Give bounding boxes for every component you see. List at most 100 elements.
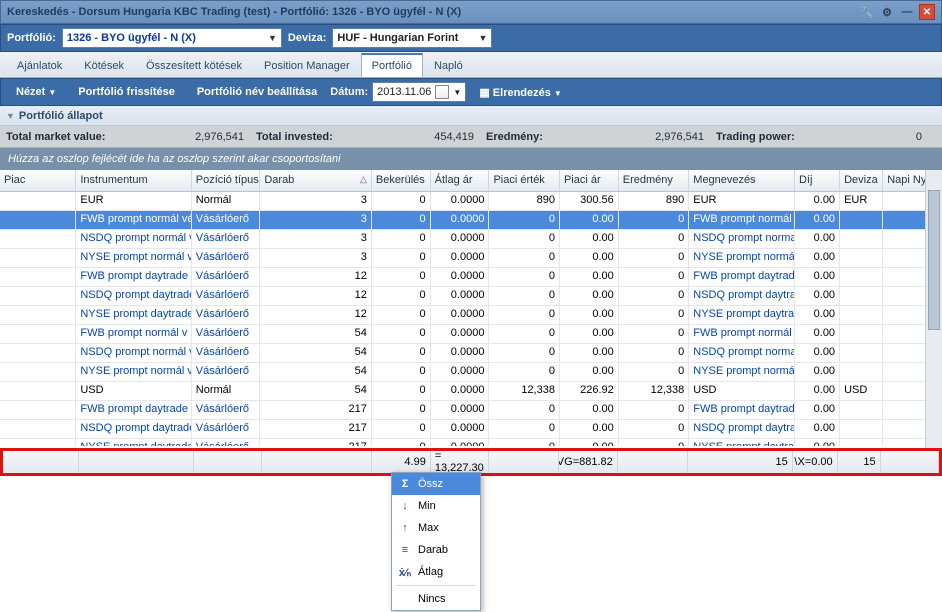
table-row[interactable]: FWB prompt normál véVásárlóerő300.000000… (0, 211, 942, 230)
column-header[interactable]: Bekerülés (372, 170, 431, 191)
table-row[interactable]: USDNormál5400.000012,338226.9212,338USD0… (0, 382, 942, 401)
cell: Normál (192, 192, 261, 210)
menu-item-darab[interactable]: ≡Darab (392, 539, 480, 561)
cell: 54 (260, 325, 372, 343)
cell: 0 (372, 306, 431, 324)
frissites-button[interactable]: Portfólió frissítése (69, 82, 184, 102)
cell: NSDQ prompt norma (689, 230, 795, 248)
table-row[interactable]: NSDQ prompt daytradeVásárlóerő1200.00000… (0, 287, 942, 306)
cell (0, 420, 76, 438)
footer-cell[interactable] (618, 451, 688, 473)
menu-item-nincs[interactable]: Nincs (392, 588, 480, 610)
calendar-icon[interactable] (435, 85, 449, 99)
table-row[interactable]: NYSE prompt normál vVásárlóerő5400.00000… (0, 363, 942, 382)
gear-icon[interactable]: ⚙ (879, 4, 895, 20)
footer-cell[interactable] (881, 451, 939, 473)
section-header[interactable]: ▼ Portfólió állapot (0, 106, 942, 126)
table-row[interactable]: NYSE prompt daytradeVásárlóerő1200.00000… (0, 306, 942, 325)
cell: NYSE prompt daytra (689, 439, 795, 446)
cell: 0 (489, 344, 560, 362)
column-header[interactable]: Eredmény (619, 170, 690, 191)
tab-portfólió[interactable]: Portfólió (361, 53, 423, 77)
column-header[interactable]: Piaci érték (489, 170, 560, 191)
table-row[interactable]: NSDQ prompt normál vVásárlóerő5400.00000… (0, 344, 942, 363)
column-header[interactable]: Deviza (840, 170, 883, 191)
portfolio-select[interactable]: 1326 - BYO ügyfél - N (X) ▼ (62, 28, 282, 48)
table-row[interactable]: NSDQ prompt daytradeVásárlóerő21700.0000… (0, 420, 942, 439)
footer-cell[interactable] (3, 451, 79, 473)
cell: NSDQ prompt normál v (76, 344, 191, 362)
table-row[interactable]: NSDQ prompt normál vVásárlóerő300.000000… (0, 230, 942, 249)
cell (840, 306, 883, 324)
cell: 0.0000 (431, 439, 490, 446)
cell: NYSE prompt daytrade (76, 439, 191, 446)
menu-item-össz[interactable]: ΣÖssz (392, 473, 480, 495)
aggregate-icon: Σ (398, 478, 412, 490)
cell: 0 (489, 268, 560, 286)
footer-cell[interactable] (79, 451, 194, 473)
table-row[interactable]: FWB prompt daytradeVásárlóerő21700.00000… (0, 401, 942, 420)
cell (0, 382, 76, 400)
footer-cell[interactable] (262, 451, 373, 473)
footer-cell[interactable]: 15 (688, 451, 793, 473)
column-header[interactable]: Instrumentum (76, 170, 191, 191)
footer-cell[interactable]: \X=0.00 (793, 451, 838, 473)
tab-kötések[interactable]: Kötések (73, 54, 135, 77)
cell: 0 (619, 268, 690, 286)
footer-cell[interactable]: 15 (838, 451, 881, 473)
cell: 0 (489, 363, 560, 381)
column-header[interactable]: Pozíció típus (192, 170, 261, 191)
table-row[interactable]: FWB prompt normál vVásárlóerő5400.000000… (0, 325, 942, 344)
menu-item-max[interactable]: ↑Max (392, 517, 480, 539)
close-icon[interactable]: ✕ (919, 4, 935, 20)
tabs: AjánlatokKötésekÖsszesített kötésekPosit… (0, 52, 942, 78)
footer-cell[interactable] (489, 451, 559, 473)
cell: 3 (260, 230, 372, 248)
scrollbar-vertical[interactable] (925, 170, 942, 476)
chevron-down-icon: ▼ (6, 111, 15, 121)
footer-cell[interactable]: = 13,227.30 (431, 451, 489, 473)
table-row[interactable]: NYSE prompt daytradeVásárlóerő21700.0000… (0, 439, 942, 446)
cell: 890 (489, 192, 560, 210)
table-row[interactable]: NYSE prompt normál vVásárlóerő300.000000… (0, 249, 942, 268)
cell: FWB prompt normál (689, 325, 795, 343)
chevron-down-icon[interactable]: ▼ (453, 88, 461, 97)
menu-item-átlag[interactable]: ẋ⁄ₙÁtlag (392, 561, 480, 583)
nezet-button[interactable]: Nézet▼ (7, 82, 65, 102)
deviza-select[interactable]: HUF - Hungarian Forint ▼ (332, 28, 492, 48)
column-header[interactable]: Piaci ár (560, 170, 619, 191)
table-row[interactable]: EURNormál300.0000890300.56890EUR0.00EUR (0, 192, 942, 211)
column-header[interactable]: Megnevezés (689, 170, 795, 191)
column-header[interactable]: Átlag ár (431, 170, 490, 191)
elrendezes-button[interactable]: ▦ Elrendezés▼ (470, 82, 570, 103)
tab-összesített-kötések[interactable]: Összesített kötések (135, 54, 253, 77)
cell: NSDQ prompt normál v (76, 230, 191, 248)
cell: 0 (489, 287, 560, 305)
cell: 0.00 (795, 439, 840, 446)
tab-napló[interactable]: Napló (423, 54, 474, 77)
tab-position-manager[interactable]: Position Manager (253, 54, 361, 77)
scrollbar-thumb[interactable] (928, 190, 940, 330)
grid-body[interactable]: EURNormál300.0000890300.56890EUR0.00EURF… (0, 192, 942, 446)
cell (0, 230, 76, 248)
footer-cell[interactable]: \VG=881.82 (559, 451, 617, 473)
footer-cell[interactable]: 4.99 (372, 451, 430, 473)
cell: 0.00 (795, 382, 840, 400)
cell: NSDQ prompt daytrade (76, 287, 191, 305)
menu-item-min[interactable]: ↓Min (392, 495, 480, 517)
tab-ajánlatok[interactable]: Ajánlatok (6, 54, 73, 77)
cell (840, 325, 883, 343)
datum-field[interactable]: 2013.11.06 ▼ (372, 82, 466, 102)
column-header[interactable]: Díj (795, 170, 840, 191)
wrench-icon[interactable]: 🔧 (859, 4, 875, 20)
column-header[interactable]: Darab (260, 170, 372, 191)
table-row[interactable]: FWB prompt daytradeVásárlóerő1200.000000… (0, 268, 942, 287)
grid: PiacInstrumentumPozíció típusDarabBekerü… (0, 170, 942, 476)
nevbeallitas-button[interactable]: Portfólió név beállítása (188, 82, 326, 102)
minimize-icon[interactable]: — (899, 4, 915, 20)
cell: 0.0000 (431, 420, 490, 438)
column-header[interactable]: Piac (0, 170, 76, 191)
group-hint[interactable]: Húzza az oszlop fejlécét ide ha az oszlo… (0, 148, 942, 170)
cell: 0.00 (560, 306, 619, 324)
footer-cell[interactable] (194, 451, 262, 473)
